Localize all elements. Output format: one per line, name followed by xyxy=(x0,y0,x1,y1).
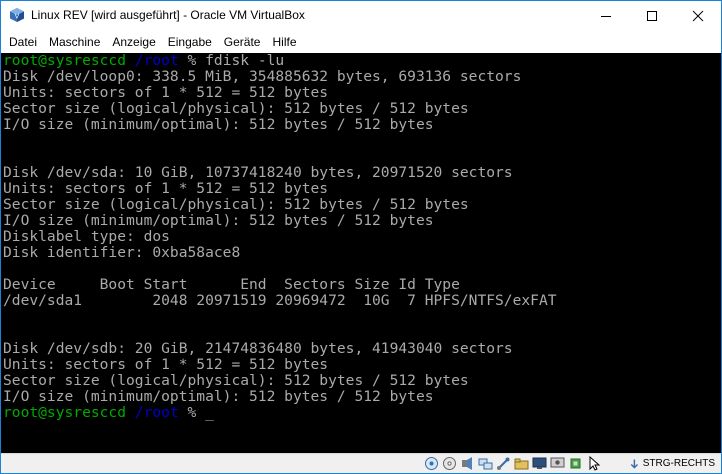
output-line: Disk /dev/sda: 10 GiB, 10737418240 bytes… xyxy=(3,164,513,181)
output-line: Disk /dev/loop0: 338.5 MiB, 354885632 by… xyxy=(3,68,522,85)
output-line: Disk identifier: 0xba58ace8 xyxy=(3,244,241,261)
device-indicators xyxy=(423,455,602,472)
prompt-path: /root xyxy=(134,53,179,69)
command-text: fdisk -lu xyxy=(205,53,285,69)
prompt-user: root@sysresccd xyxy=(3,404,127,421)
host-key-label: STRG-RECHTS xyxy=(642,458,715,469)
output-line: Units: sectors of 1 * 512 = 512 bytes xyxy=(3,180,329,197)
host-key-arrow-icon xyxy=(630,459,639,469)
menu-bar: Datei Maschine Anzeige Eingabe Geräte Hi… xyxy=(1,31,721,53)
partition-table-header: Device Boot Start End Sectors Size Id Ty… xyxy=(3,276,460,293)
prompt-sign: % xyxy=(187,53,197,69)
shared-folders-icon[interactable] xyxy=(513,455,530,472)
usb-icon[interactable] xyxy=(495,455,512,472)
minimize-icon xyxy=(601,16,611,17)
menu-hilfe[interactable]: Hilfe xyxy=(266,31,302,53)
vm-terminal-display[interactable]: root@sysresccd /root % fdisk -lu Disk /d… xyxy=(1,53,721,453)
title-bar[interactable]: V Linux REV [wird ausgeführt] - Oracle V… xyxy=(1,1,721,31)
output-line: Sector size (logical/physical): 512 byte… xyxy=(3,372,469,389)
audio-icon[interactable] xyxy=(459,455,476,472)
close-button[interactable] xyxy=(675,1,721,31)
menu-geraete[interactable]: Geräte xyxy=(218,31,267,53)
video-capture-icon[interactable] xyxy=(549,455,566,472)
menu-anzeige[interactable]: Anzeige xyxy=(106,31,161,53)
menu-maschine[interactable]: Maschine xyxy=(43,31,106,53)
status-bar: STRG-RECHTS xyxy=(1,453,721,473)
output-line: Units: sectors of 1 * 512 = 512 bytes xyxy=(3,356,329,373)
display-icon[interactable] xyxy=(531,455,548,472)
virtualbox-icon: V xyxy=(9,7,25,23)
output-line: I/O size (minimum/optimal): 512 bytes / … xyxy=(3,116,434,133)
minimize-button[interactable] xyxy=(583,1,629,31)
cpu-activity-icon[interactable] xyxy=(567,455,584,472)
virtualbox-window: V Linux REV [wird ausgeführt] - Oracle V… xyxy=(0,0,722,474)
maximize-button[interactable] xyxy=(629,1,675,31)
output-line: Units: sectors of 1 * 512 = 512 bytes xyxy=(3,84,329,101)
partition-table-row: /dev/sda1 2048 20971519 20969472 10G 7 H… xyxy=(3,292,557,309)
output-line: Disklabel type: dos xyxy=(3,228,170,245)
optical-drive-icon[interactable] xyxy=(441,455,458,472)
text-cursor: _ xyxy=(205,404,214,421)
hard-disk-icon[interactable] xyxy=(423,455,440,472)
menu-eingabe[interactable]: Eingabe xyxy=(162,31,218,53)
svg-text:V: V xyxy=(15,14,20,21)
close-icon xyxy=(692,10,704,22)
window-title: Linux REV [wird ausgeführt] - Oracle VM … xyxy=(31,8,305,22)
prompt-line: root@sysresccd /root % _ xyxy=(3,405,214,421)
mouse-integration-icon[interactable] xyxy=(585,455,602,472)
maximize-icon xyxy=(647,11,657,21)
network-icon[interactable] xyxy=(477,455,494,472)
menu-datei[interactable]: Datei xyxy=(3,31,43,53)
output-line: Sector size (logical/physical): 512 byte… xyxy=(3,196,469,213)
prompt-sign: % xyxy=(187,404,197,421)
output-line: Disk /dev/sdb: 20 GiB, 21474836480 bytes… xyxy=(3,340,513,357)
output-line: Sector size (logical/physical): 512 byte… xyxy=(3,100,469,117)
output-line: I/O size (minimum/optimal): 512 bytes / … xyxy=(3,388,434,405)
prompt-user: root@sysresccd xyxy=(3,53,127,69)
prompt-line: root@sysresccd /root % fdisk -lu xyxy=(3,53,284,69)
prompt-path: /root xyxy=(134,404,179,421)
output-line: I/O size (minimum/optimal): 512 bytes / … xyxy=(3,212,434,229)
host-key-indicator[interactable]: STRG-RECHTS xyxy=(629,455,715,472)
